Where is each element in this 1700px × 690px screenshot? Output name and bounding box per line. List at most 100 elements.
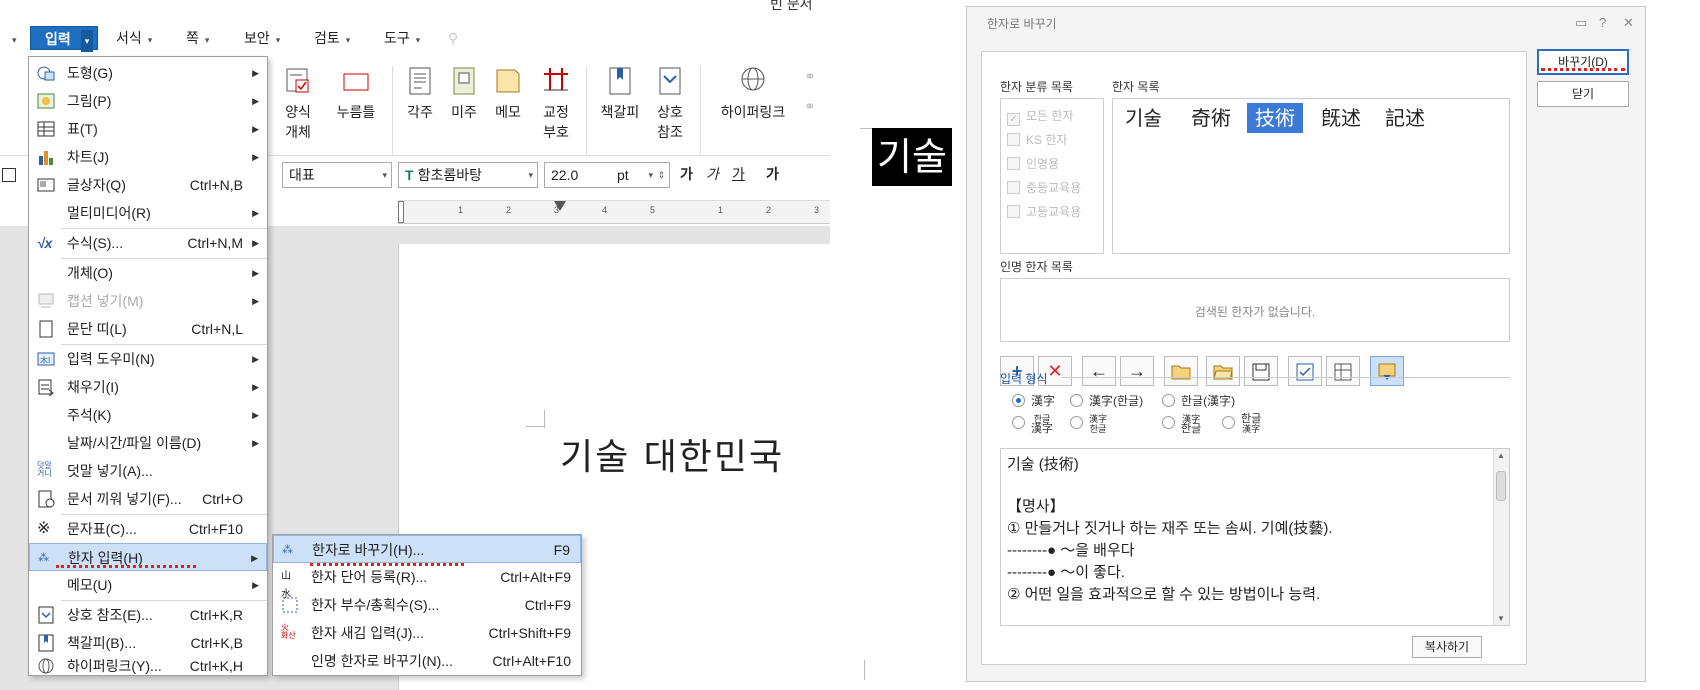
document-body-text[interactable]: 기술 대한민국 [560, 428, 784, 480]
bold-button[interactable]: 가 [680, 164, 693, 184]
link-icon[interactable]: ⚭ [804, 68, 816, 85]
radio [1012, 416, 1025, 430]
menu-item-ruby-text[interactable]: 덧말 거니 덧말 넣기(A)... [29, 457, 267, 485]
scrollbar[interactable]: ▲ ▼ [1493, 449, 1509, 625]
menu-item-multimedia[interactable]: 멀티미디어(R) ▶ [29, 199, 267, 227]
close-icon[interactable]: ✕ [1623, 15, 1634, 31]
change-button[interactable]: 바꾸기(D) [1537, 49, 1629, 75]
menu-item-annotation[interactable]: 주석(K) ▶ [29, 401, 267, 429]
font-size-spinner[interactable]: 22.0 pt ▾ ⇕ [544, 162, 670, 188]
menu-item-shape[interactable]: 도형(G) ▶ [29, 59, 267, 87]
indent-marker[interactable] [554, 201, 566, 211]
copy-button[interactable]: 복사하기 [1412, 636, 1482, 658]
menu-item-symbol[interactable]: ※ 문자표(C)... Ctrl+F10 [29, 515, 267, 543]
endnote-button[interactable]: 미주 [446, 66, 482, 122]
submenu-item-name-hanja[interactable]: 인명 한자로 바꾸기(N)... Ctrl+Alt+F10 [273, 647, 581, 675]
close-button[interactable]: 닫기 [1537, 81, 1629, 107]
selected-word-highlight[interactable]: 기술 [872, 128, 952, 186]
menu-security[interactable]: 보안 ▾ [244, 26, 280, 50]
pin-icon[interactable]: ⚲ [448, 26, 458, 50]
menu-item-bookmark[interactable]: 책갈피(B)... Ctrl+K,B [29, 629, 267, 657]
unlink-icon[interactable]: ⚭ [804, 98, 816, 115]
format-radio-hanja[interactable]: 漢字 [1012, 392, 1055, 409]
stacked-label: 漢字 한글 [1181, 414, 1201, 435]
checkbox [1007, 157, 1020, 170]
menu-item-paragraph-band[interactable]: 문단 띠(L) Ctrl+N,L [29, 315, 267, 343]
ruler-tick: 5 [650, 205, 656, 215]
category-item-middle-school: 중등교육용 [1007, 179, 1081, 196]
dictionary-toggle-button[interactable] [1370, 356, 1404, 386]
proofreading-mark-button[interactable]: 교정 부호 [534, 66, 578, 142]
menu-review[interactable]: 검토 ▾ [314, 26, 350, 50]
form-object-button[interactable]: 양식 개체 [278, 66, 318, 142]
screenshot-icon[interactable]: ▭ [1575, 15, 1587, 31]
open-folder-button[interactable] [1206, 356, 1240, 386]
menu-item-object[interactable]: 개체(O) ▶ [29, 259, 267, 287]
bookmark-button[interactable]: 책갈피 [596, 66, 644, 122]
hanja-item-selected[interactable]: 技術 [1247, 103, 1303, 133]
menu-format[interactable]: 서식 ▾ [116, 26, 152, 50]
left-margin-marker[interactable] [398, 201, 404, 223]
chevron-down-icon: ▾ [80, 30, 94, 52]
scroll-up-icon[interactable]: ▲ [1497, 451, 1505, 460]
menu-item-textbox[interactable]: 글상자(Q) Ctrl+N,B [29, 171, 267, 199]
menu-input[interactable]: 입력 ▾ [30, 26, 99, 52]
ruler-tick: 1 [458, 205, 464, 215]
hanja-item[interactable]: 旣述 [1313, 103, 1369, 133]
menu-page[interactable]: 쪽 ▾ [186, 26, 209, 50]
menu-item-memo[interactable]: 메모(U) ▶ [29, 571, 267, 599]
push-field-label: 누름틀 [336, 104, 376, 120]
underline-button[interactable]: 가 [732, 164, 745, 184]
cross-reference-button[interactable]: 상호 참조 [652, 66, 688, 142]
spinner-icon[interactable]: ⇕ [657, 163, 665, 187]
menu-item-fill[interactable]: 채우기(I) ▶ [29, 373, 267, 401]
italic-button[interactable]: 가 [706, 164, 719, 184]
submenu-item-radical-strokes[interactable]: 한자 부수/총획수(S)... Ctrl+F9 [273, 591, 581, 619]
menu-item-hyperlink[interactable]: 하이퍼링크(Y)... Ctrl+K,H [29, 657, 267, 675]
format-radio-ruby-hanja-top[interactable]: 漢字 한글 [1070, 414, 1107, 434]
move-right-button[interactable]: → [1120, 356, 1154, 386]
font-icon: T [405, 167, 414, 183]
format-radio-hanja-hangul[interactable]: 漢字(한글) [1070, 392, 1143, 409]
format-radio-hangul-hanja[interactable]: 한글(漢字) [1162, 392, 1235, 409]
help-icon[interactable]: ? [1599, 15, 1606, 30]
check-list-button[interactable] [1288, 356, 1322, 386]
submenu-item-convert-to-hanja[interactable]: ⁂ 한자로 바꾸기(H)... F9 [273, 535, 581, 563]
push-field-button[interactable]: 누름틀 [328, 66, 384, 122]
hyperlink-button[interactable]: 하이퍼링크 [710, 66, 796, 122]
format-radio-ruby-hanja-bottom[interactable]: 한글 漢字 [1222, 414, 1261, 434]
definition-box[interactable]: 기술 (技術) 【명사】 ① 만들거나 짓거나 하는 재주 또는 솜씨. 기예(… [1000, 448, 1510, 626]
menu-item-table[interactable]: 표(T) ▶ [29, 115, 267, 143]
strikethrough-button[interactable]: 가 [766, 164, 779, 184]
save-button[interactable] [1244, 356, 1278, 386]
hanja-item[interactable]: 기술 [1117, 103, 1170, 133]
menu-item-formula[interactable]: √x 수식(S)... Ctrl+N,M ▶ [29, 229, 267, 257]
hanja-item[interactable]: 奇術 [1183, 103, 1239, 133]
footnote-button[interactable]: 각주 [402, 66, 438, 122]
submenu-arrow-icon: ▶ [252, 124, 259, 134]
menu-tools[interactable]: 도구 ▾ [384, 26, 420, 50]
submenu-item-register-word[interactable]: 山水 한자 단어 등록(R)... Ctrl+Alt+F9 [273, 563, 581, 600]
menu-item-cross-reference[interactable]: 상호 참조(E)... Ctrl+K,R [29, 601, 267, 629]
scrollbar-thumb[interactable] [1496, 471, 1506, 501]
open-dictionary-button[interactable] [1164, 356, 1198, 386]
format-radio-ruby-hangul-top[interactable]: 한글 漢字 [1012, 414, 1053, 435]
format-radio-ruby-hangul-bottom[interactable]: 漢字 한글 [1162, 414, 1201, 435]
hanja-item[interactable]: 記述 [1377, 103, 1433, 133]
move-left-button[interactable]: ← [1082, 356, 1116, 386]
ruler[interactable]: 1 2 3 4 5 1 2 3 [398, 200, 830, 224]
menu-item-datetime[interactable]: 날짜/시간/파일 이름(D) ▶ [29, 429, 267, 457]
category-item-name: 인명용 [1007, 155, 1059, 172]
submenu-item-meaning-input[interactable]: 火 화산 한자 새김 입력(J)... Ctrl+Shift+F9 [273, 619, 581, 647]
menu-item-input-helper[interactable]: 木I 입력 도우미(N) ▶ [29, 345, 267, 373]
menubar-overflow-arrow[interactable]: ▾ [6, 26, 17, 50]
menu-item-insert-document[interactable]: 문서 끼워 넣기(F)... Ctrl+O [29, 485, 267, 513]
scroll-down-icon[interactable]: ▼ [1497, 614, 1505, 623]
style-select[interactable]: 대표 ▾ [282, 162, 392, 188]
menu-item-image[interactable]: 그림(P) ▶ [29, 87, 267, 115]
font-select[interactable]: T 함초롬바탕 ▾ [398, 162, 538, 188]
memo-button[interactable]: 메모 [490, 66, 526, 122]
input-format-label: 입력 형식 [1000, 372, 1048, 386]
grid-view-button[interactable] [1326, 356, 1360, 386]
menu-item-chart[interactable]: 차트(J) ▶ [29, 143, 267, 171]
